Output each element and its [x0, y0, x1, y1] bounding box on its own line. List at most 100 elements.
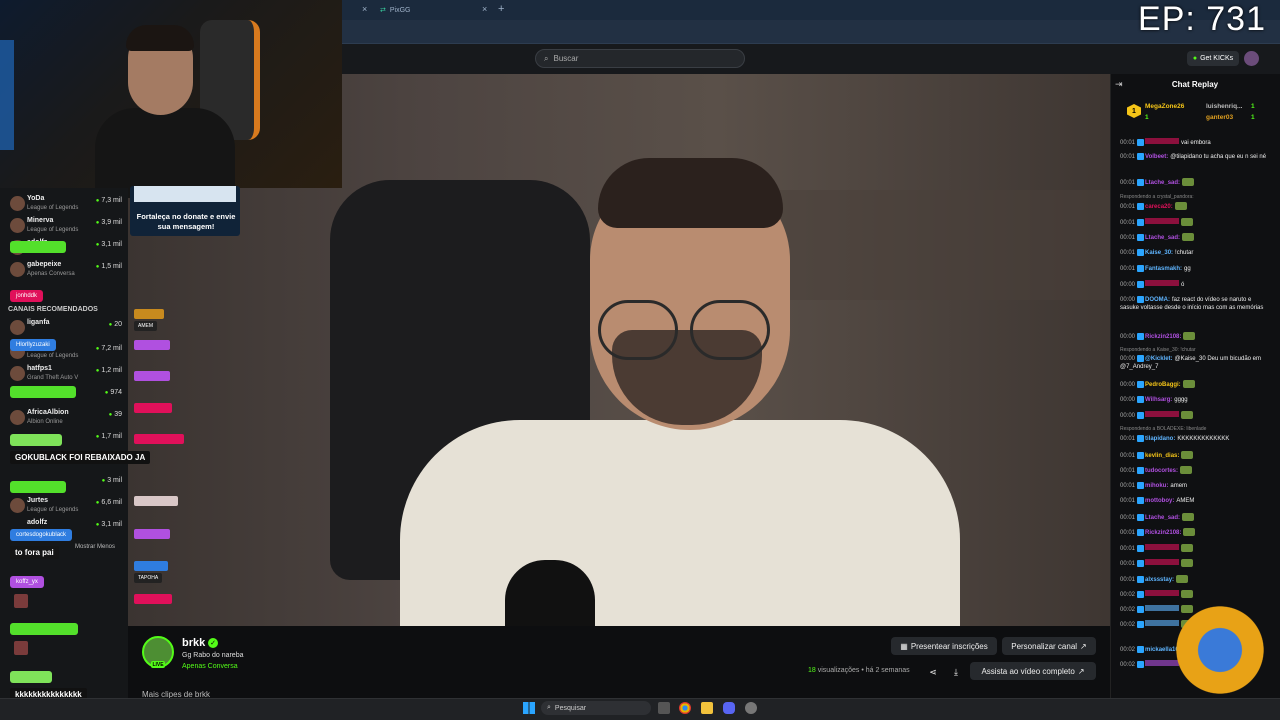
chat-reply-context: Respondendo a crystal_pandora:: [1120, 194, 1194, 200]
chat-username[interactable]: Fantasmakh:: [1145, 266, 1182, 272]
badge-icon: [1137, 482, 1145, 489]
chat-username[interactable]: Kaise_30:: [1145, 250, 1173, 256]
chrome-icon[interactable]: [679, 702, 691, 714]
chat-username[interactable]: alxssstay:: [1145, 577, 1174, 583]
channel-name[interactable]: brkk: [182, 637, 205, 649]
chat-username[interactable]: Rickzin2108:: [1145, 334, 1181, 340]
badge-icon: [1137, 265, 1145, 272]
donor-tag: [134, 561, 168, 571]
chat-username[interactable]: Ltache_sad:: [1145, 180, 1180, 186]
overlay-chat-message: GOKUBLACK FOI REBAIXADO JA: [10, 451, 151, 464]
leaderboard-user: MegaZone26: [1145, 103, 1185, 110]
tab-close-icon[interactable]: ×: [482, 4, 487, 14]
chat-timestamp: 00:01: [1120, 452, 1136, 459]
windows-start-icon[interactable]: [523, 702, 535, 714]
emote: [1181, 590, 1194, 599]
discord-icon[interactable]: [723, 702, 735, 714]
badge-icon: [1137, 153, 1145, 160]
chat-timestamp: 00:01: [1120, 436, 1136, 443]
search-icon: ⌕: [547, 704, 551, 711]
video-category[interactable]: Apenas Conversa: [182, 663, 238, 670]
glasses-right: [690, 300, 770, 360]
badge-icon: [1137, 497, 1145, 504]
overlay-chat-user: Hlorllyzuzaki: [10, 339, 56, 351]
chat-username[interactable]: tilapidano:: [1145, 436, 1175, 442]
chat-username[interactable]: mottoboy:: [1145, 498, 1174, 504]
webcam-body: [95, 108, 235, 198]
emote: [14, 594, 28, 608]
chat-message: 00:01 Rickzin2108:: [1120, 528, 1270, 537]
customize-channel-button[interactable]: Personalizar canal ↗: [1002, 637, 1096, 655]
chat-username[interactable]: [1145, 411, 1180, 417]
emote: [14, 641, 28, 655]
recommended-label: CANAIS RECOMENDADOS: [8, 306, 98, 313]
overlay-chat-user: jonhddk: [10, 290, 44, 302]
chat-username[interactable]: Rickzin2108:: [1145, 530, 1181, 536]
donor-tag: [134, 309, 164, 319]
taskbar-search[interactable]: ⌕ Pesquisar: [541, 701, 651, 715]
chat-username[interactable]: [1145, 218, 1180, 224]
avatar[interactable]: [1244, 51, 1259, 66]
chat-timestamp: 00:01: [1120, 203, 1136, 210]
chat-username[interactable]: mihoku:: [1145, 483, 1168, 489]
background-shelf: [760, 190, 1110, 300]
chat-username[interactable]: [1145, 280, 1180, 286]
chat-message: 00:01 alxssstay:: [1120, 575, 1270, 584]
watch-full-video-button[interactable]: Assista ao vídeo completo ↗: [970, 662, 1096, 680]
badge-icon: [1137, 233, 1145, 241]
emote: [1174, 202, 1187, 210]
leaderboard-user: luishenriq...: [1206, 103, 1243, 110]
search-input[interactable]: ⌕ Buscar: [535, 49, 745, 68]
chat-username[interactable]: kevlin_dias:: [1145, 453, 1179, 459]
download-icon[interactable]: ⤓: [948, 663, 964, 681]
chat-username[interactable]: DOOMA:: [1145, 297, 1170, 303]
chat-username[interactable]: Wilhsarg:: [1145, 397, 1172, 403]
overlay-chat-message: to fora pai: [10, 546, 59, 559]
avatar: [10, 320, 25, 335]
overlay-chat-user: cortesdogokublack: [10, 529, 73, 541]
chat-username[interactable]: Volbeet:: [1145, 154, 1168, 160]
webcam-light: [0, 40, 14, 150]
tab-pixgg[interactable]: ⇄ PixGG: [380, 3, 488, 17]
badge-icon: [1137, 178, 1145, 186]
share-icon[interactable]: ⋖: [925, 663, 941, 681]
donor-tag: [134, 529, 170, 539]
chat-username[interactable]: careca20:: [1145, 204, 1173, 210]
show-less-link[interactable]: Mostrar Menos: [75, 544, 115, 550]
chat-username[interactable]: [1145, 544, 1180, 550]
sidebar-channel[interactable]: gabepeixeApenas Conversa1,5 mil: [8, 258, 126, 286]
chat-timestamp: 00:00: [1120, 333, 1136, 340]
chat-text: ó: [1181, 282, 1185, 288]
chat-username[interactable]: [1145, 138, 1180, 144]
chat-message: 00:01 Ltache_sad:: [1120, 178, 1270, 187]
gift-subs-button[interactable]: ▦ Presentear inscrições: [891, 637, 997, 655]
chat-timestamp: 00:01: [1120, 179, 1136, 186]
channel-logo-watermark: [1168, 600, 1272, 700]
overlay-chat-user: [10, 623, 78, 635]
chat-username[interactable]: Ltache_sad:: [1145, 235, 1180, 241]
chat-username[interactable]: [1145, 605, 1180, 611]
chat-username[interactable]: @Kicklet:: [1145, 356, 1173, 362]
chat-username[interactable]: PedroBaggi:: [1145, 382, 1181, 388]
task-view-icon[interactable]: [658, 702, 670, 714]
chat-timestamp: 00:01: [1120, 546, 1136, 552]
donor-tag: TAPOHA: [134, 573, 163, 583]
badge-icon: [1137, 605, 1145, 613]
chat-username[interactable]: [1145, 559, 1180, 565]
site-header: [342, 44, 1280, 74]
chat-username[interactable]: tudocortes:: [1145, 468, 1178, 474]
emote: [1182, 178, 1195, 186]
chat-username[interactable]: Ltache_sad:: [1145, 515, 1180, 521]
donor-tag: [134, 340, 170, 350]
chat-message: 00:01 Volbeet: @tilapidano tu acha que eu …: [1120, 153, 1270, 161]
emote: [1182, 380, 1195, 388]
obs-icon[interactable]: [745, 702, 757, 714]
file-explorer-icon[interactable]: [701, 702, 713, 714]
leaderboard-user: ganter03: [1206, 114, 1234, 121]
new-tab-icon[interactable]: +: [498, 3, 504, 15]
chat-timestamp: 00:01: [1120, 498, 1136, 505]
chat-username[interactable]: [1145, 590, 1180, 596]
get-kicks-button[interactable]: ● Get KICKs: [1187, 51, 1239, 66]
chat-message: 00:01 vai embora: [1120, 138, 1270, 147]
tab-close-icon[interactable]: ×: [362, 4, 367, 14]
